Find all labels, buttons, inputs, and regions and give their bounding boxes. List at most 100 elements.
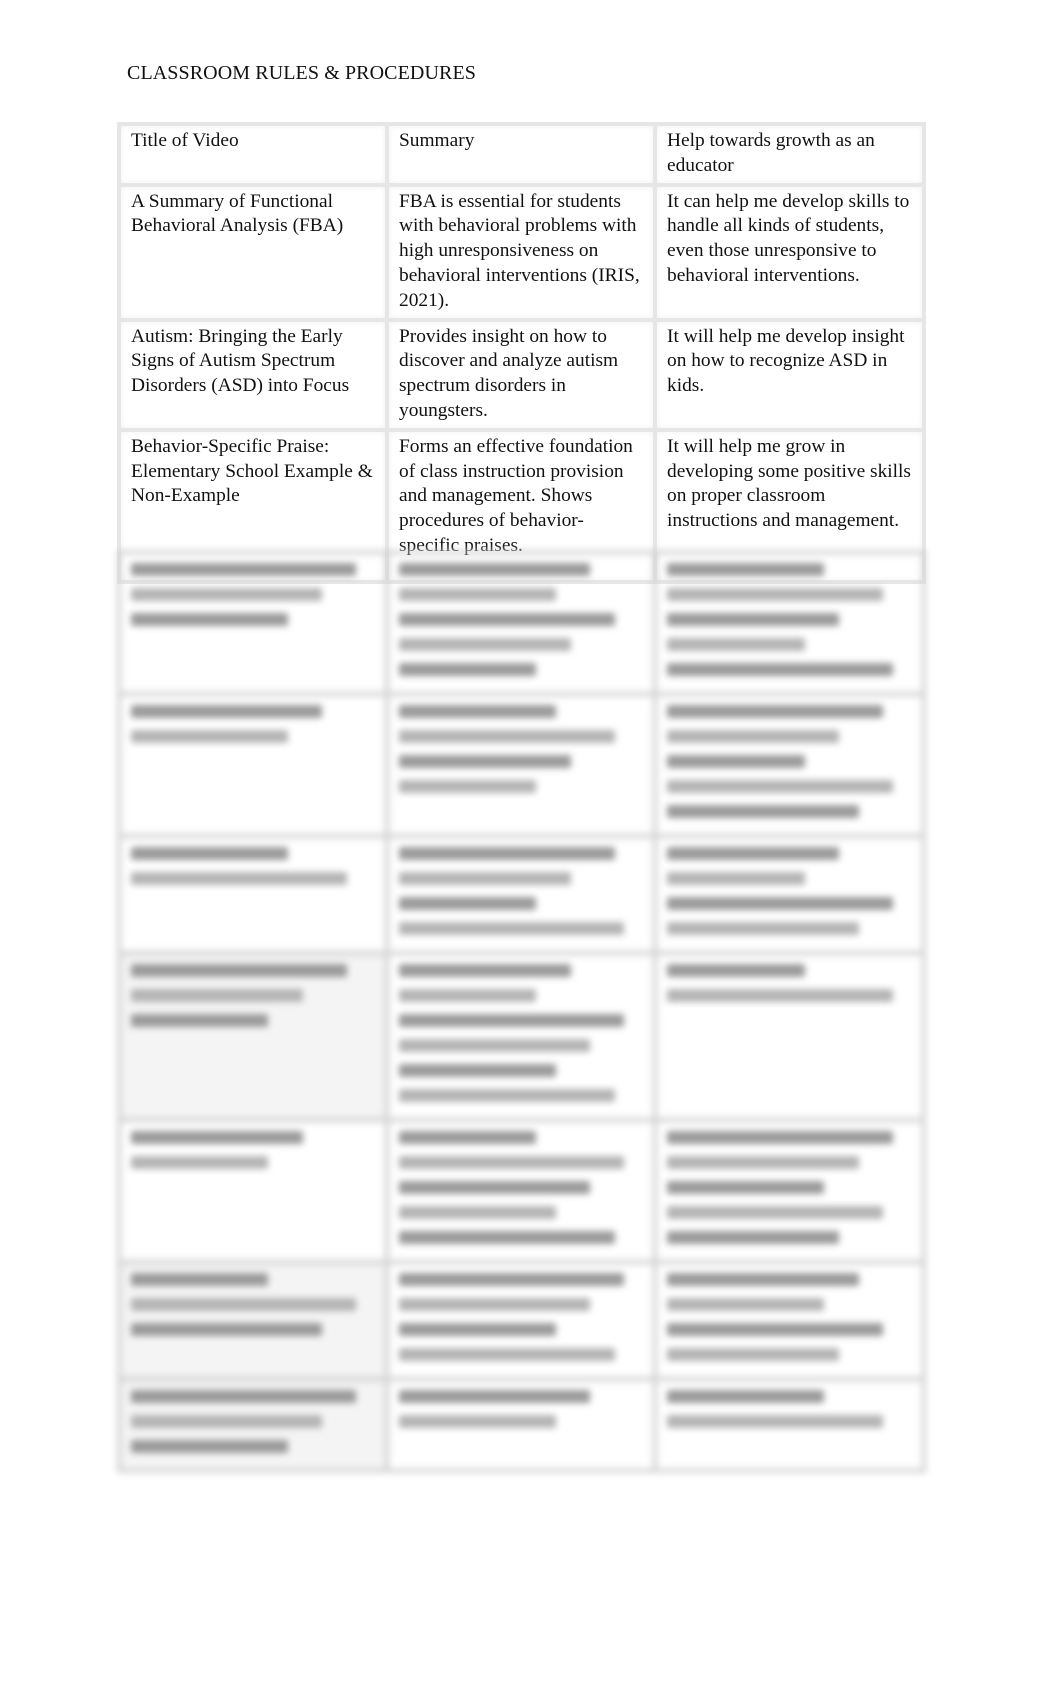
blurred-text-line [667, 1415, 884, 1428]
blurred-text-line [131, 1415, 323, 1428]
blurred-text-line [131, 1390, 357, 1403]
blurred-cell [653, 1118, 926, 1264]
blurred-text-line [399, 1273, 625, 1286]
blurred-text-line [131, 1156, 269, 1169]
blurred-cell [117, 550, 389, 696]
blurred-row [117, 692, 926, 838]
document-title: CLASSROOM RULES & PROCEDURES [127, 62, 476, 84]
blurred-row [117, 1118, 926, 1264]
blurred-text-line [131, 989, 303, 1002]
blurred-cell [653, 1260, 926, 1381]
blurred-text-line [399, 1181, 591, 1194]
blurred-text-line [399, 989, 537, 1002]
cell-growth: It can help me develop skills to handle … [653, 182, 926, 322]
blurred-text-line [131, 1440, 288, 1453]
blurred-text-line [667, 989, 894, 1002]
blurred-cell [117, 1377, 389, 1473]
cell-title: A Summary of Functional Behavioral Analy… [117, 182, 389, 322]
blurred-text-line [667, 1298, 825, 1311]
cell-summary: Provides insight on how to discover and … [385, 317, 657, 432]
blurred-text-line [131, 1323, 323, 1336]
table-row: Autism: Bringing the Early Signs of Auti… [117, 317, 926, 432]
blurred-text-line [399, 638, 571, 651]
blurred-row [117, 550, 926, 696]
blurred-table [117, 550, 926, 1473]
blurred-cell [385, 692, 657, 838]
blurred-text-line [131, 1014, 269, 1027]
blurred-text-line [399, 705, 556, 718]
blurred-text-line [399, 563, 591, 576]
blurred-cell [653, 1377, 926, 1473]
blurred-text-line [131, 964, 347, 977]
blurred-cell [653, 692, 926, 838]
table-row: A Summary of Functional Behavioral Analy… [117, 182, 926, 322]
header-summary: Summary [385, 122, 657, 187]
blurred-text-line [131, 588, 323, 601]
blurred-text-line [667, 1273, 859, 1286]
blurred-text-line [667, 588, 884, 601]
blurred-text-line [131, 872, 347, 885]
blurred-text-line [399, 1323, 556, 1336]
blurred-cell [117, 951, 389, 1122]
blurred-text-line [667, 1131, 894, 1144]
blurred-text-line [667, 1323, 884, 1336]
blurred-text-line [399, 755, 571, 768]
blurred-text-line [399, 872, 571, 885]
blurred-cell [653, 951, 926, 1122]
blurred-text-line [131, 1131, 303, 1144]
blurred-text-line [667, 780, 894, 793]
blurred-text-line [399, 1298, 591, 1311]
table-header-row: Title of Video Summary Help towards grow… [117, 122, 926, 187]
blurred-text-line [399, 1039, 591, 1052]
cell-growth: It will help me develop insight on how t… [653, 317, 926, 432]
blurred-cell [117, 1118, 389, 1264]
blurred-row [117, 951, 926, 1122]
blurred-text-line [667, 1348, 840, 1361]
blurred-text-line [399, 780, 537, 793]
blurred-text-line [667, 705, 884, 718]
video-table: Title of Video Summary Help towards grow… [117, 122, 926, 584]
blurred-text-line [667, 922, 859, 935]
blurred-cell [385, 951, 657, 1122]
blurred-cell [117, 692, 389, 838]
blurred-text-line [399, 847, 615, 860]
blurred-cell [385, 834, 657, 955]
header-growth: Help towards growth as an educator [653, 122, 926, 187]
cell-summary: FBA is essential for students with behav… [385, 182, 657, 322]
blurred-text-line [667, 1231, 840, 1244]
blurred-text-line [399, 1415, 556, 1428]
blurred-cell [385, 550, 657, 696]
blurred-text-line [399, 1231, 615, 1244]
blurred-text-line [667, 755, 805, 768]
blurred-text-line [399, 1064, 556, 1077]
blurred-text-line [667, 638, 805, 651]
blurred-text-line [667, 563, 825, 576]
blurred-cell [117, 1260, 389, 1381]
blurred-text-line [667, 663, 894, 676]
cell-title: Autism: Bringing the Early Signs of Auti… [117, 317, 389, 432]
blurred-text-line [399, 1131, 537, 1144]
blurred-text-line [667, 1156, 859, 1169]
blurred-row [117, 1377, 926, 1473]
blurred-text-line [399, 1089, 615, 1102]
blurred-text-line [399, 1014, 625, 1027]
blurred-text-line [399, 964, 571, 977]
blurred-cell [385, 1377, 657, 1473]
blurred-text-line [131, 613, 288, 626]
blurred-cell [653, 550, 926, 696]
blurred-text-line [399, 663, 537, 676]
blurred-text-line [399, 588, 556, 601]
blurred-cell [385, 1118, 657, 1264]
blurred-text-line [399, 1348, 615, 1361]
blurred-text-line [667, 1206, 884, 1219]
blurred-text-line [667, 805, 859, 818]
blurred-text-line [667, 613, 840, 626]
blurred-text-line [131, 1273, 269, 1286]
blurred-text-line [399, 922, 625, 935]
blurred-text-line [667, 1390, 825, 1403]
header-title-of-video: Title of Video [117, 122, 389, 187]
blurred-text-line [399, 613, 615, 626]
blurred-text-line [667, 964, 805, 977]
blurred-text-line [131, 1298, 357, 1311]
blurred-row [117, 834, 926, 955]
